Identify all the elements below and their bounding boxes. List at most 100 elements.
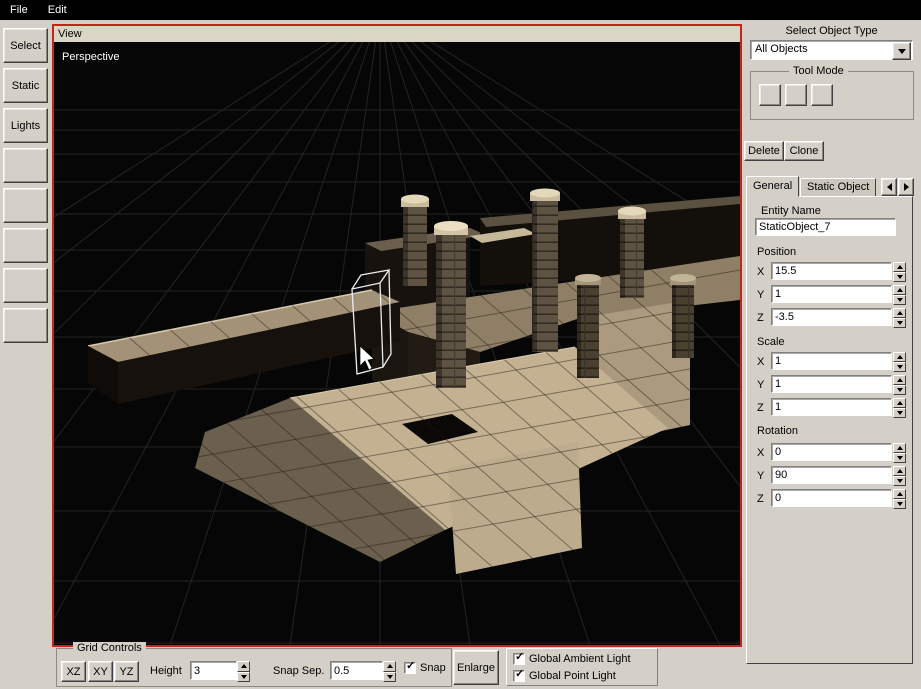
tab-general[interactable]: General — [746, 176, 800, 197]
spin-up-button[interactable] — [237, 661, 250, 672]
scale-x-input[interactable] — [771, 352, 892, 370]
bottom-bar: Grid Controls XZ XY YZ Height Snap Sep. — [52, 642, 742, 689]
toolbar-empty-button-4[interactable] — [3, 268, 48, 303]
rotation-y-input[interactable] — [771, 466, 892, 484]
arrow-down-icon — [896, 502, 903, 506]
spin-up-button[interactable] — [893, 308, 906, 318]
scale-y-input[interactable] — [771, 375, 892, 393]
snap-label: Snap — [420, 662, 446, 674]
position-x-input[interactable] — [771, 262, 892, 280]
spin-down-button[interactable] — [893, 453, 906, 463]
general-tab-page: Entity Name Position X Y Z — [746, 196, 913, 664]
height-field — [190, 661, 250, 682]
dropdown-arrow-button[interactable] — [892, 42, 911, 60]
position-x-row: X — [755, 262, 906, 282]
toolbar-empty-button-3[interactable] — [3, 228, 48, 263]
grid-controls-group: Grid Controls XZ XY YZ Height Snap Sep. — [56, 642, 452, 687]
axis-x-label: X — [757, 447, 765, 459]
global-ambient-light-checkbox[interactable] — [513, 652, 525, 665]
properties-panel: Select Object Type All Objects Tool Mode… — [742, 20, 921, 689]
toolbar-empty-button-5[interactable] — [3, 308, 48, 343]
position-y-row: Y — [755, 285, 906, 305]
delete-button[interactable]: Delete — [744, 141, 784, 161]
rotation-x-input[interactable] — [771, 443, 892, 461]
tool-mode-button-1[interactable] — [759, 84, 781, 106]
grid-plane-xy-button[interactable]: XY — [88, 661, 113, 682]
rotation-label: Rotation — [757, 425, 798, 437]
grid-plane-yz-button[interactable]: YZ — [114, 661, 139, 682]
pillar — [670, 274, 696, 358]
entity-name-input[interactable] — [755, 218, 896, 236]
axis-x-label: X — [757, 356, 765, 368]
rotation-y-spinner — [893, 466, 906, 486]
spin-down-button[interactable] — [383, 671, 396, 682]
spin-up-button[interactable] — [893, 352, 906, 362]
spin-down-button[interactable] — [893, 385, 906, 395]
arrow-down-icon — [896, 365, 903, 369]
toolbar-empty-button-1[interactable] — [3, 148, 48, 183]
static-tool-button[interactable]: Static — [3, 68, 48, 103]
spin-up-button[interactable] — [893, 466, 906, 476]
spin-down-button[interactable] — [893, 408, 906, 418]
spin-down-button[interactable] — [893, 318, 906, 328]
position-label: Position — [757, 246, 797, 258]
spin-up-button[interactable] — [893, 262, 906, 272]
global-point-light-label: Global Point Light — [529, 670, 616, 682]
position-z-row: Z — [755, 308, 906, 328]
arrow-up-icon — [896, 401, 903, 405]
grid-plane-xz-button[interactable]: XZ — [61, 661, 86, 682]
tab-scroll-left-button[interactable] — [881, 178, 897, 196]
tab-scroll-right-button[interactable] — [898, 178, 914, 196]
global-lights-panel: Global Ambient Light Global Point Light — [506, 648, 658, 686]
tab-static-object[interactable]: Static Object — [800, 178, 877, 197]
spin-down-button[interactable] — [893, 499, 906, 509]
clone-button[interactable]: Clone — [784, 141, 824, 161]
rotation-z-spinner — [893, 489, 906, 509]
rotation-y-row: Y — [755, 466, 906, 486]
spin-up-button[interactable] — [383, 661, 396, 672]
rotation-z-input[interactable] — [771, 489, 892, 507]
spin-up-button[interactable] — [893, 398, 906, 408]
spin-up-button[interactable] — [893, 489, 906, 499]
position-z-input[interactable] — [771, 308, 892, 326]
spin-up-button[interactable] — [893, 443, 906, 453]
object-type-dropdown[interactable]: All Objects — [750, 40, 913, 60]
scale-x-spinner — [893, 352, 906, 372]
spin-down-button[interactable] — [893, 272, 906, 282]
viewport-title: View — [54, 26, 740, 42]
menu-file[interactable]: File — [0, 0, 38, 20]
height-input[interactable] — [190, 661, 237, 680]
menu-edit[interactable]: Edit — [38, 0, 77, 20]
tool-mode-label: Tool Mode — [789, 65, 848, 77]
snap-checkbox[interactable] — [404, 661, 416, 674]
snap-sep-input[interactable] — [330, 661, 383, 680]
toolbar-empty-button-2[interactable] — [3, 188, 48, 223]
tool-mode-button-2[interactable] — [785, 84, 807, 106]
3d-scene[interactable]: Perspective — [54, 42, 740, 645]
select-tool-button[interactable]: Select — [3, 28, 48, 63]
scale-z-input[interactable] — [771, 398, 892, 416]
position-x-spinner — [893, 262, 906, 282]
lights-tool-button[interactable]: Lights — [3, 108, 48, 143]
arrow-up-icon — [896, 265, 903, 269]
global-point-light-checkbox[interactable] — [513, 669, 525, 682]
spin-down-button[interactable] — [893, 295, 906, 305]
spin-up-button[interactable] — [893, 285, 906, 295]
spin-down-button[interactable] — [237, 671, 250, 682]
level-editor-window: File Edit Select Static Lights View Pers… — [0, 0, 921, 689]
height-label: Height — [150, 665, 182, 677]
spin-up-button[interactable] — [893, 375, 906, 385]
position-z-spinner — [893, 308, 906, 328]
object-type-label: Select Object Type — [785, 25, 878, 37]
tool-mode-button-3[interactable] — [811, 84, 833, 106]
axis-z-label: Z — [757, 493, 764, 505]
position-y-input[interactable] — [771, 285, 892, 303]
enlarge-button[interactable]: Enlarge — [453, 650, 499, 685]
rotation-x-spinner — [893, 443, 906, 463]
ambient-light-row: Global Ambient Light — [513, 652, 631, 665]
left-toolbar: Select Static Lights — [0, 20, 52, 689]
pillar — [434, 221, 468, 388]
arrow-up-icon — [896, 469, 903, 473]
spin-down-button[interactable] — [893, 476, 906, 486]
spin-down-button[interactable] — [893, 362, 906, 372]
